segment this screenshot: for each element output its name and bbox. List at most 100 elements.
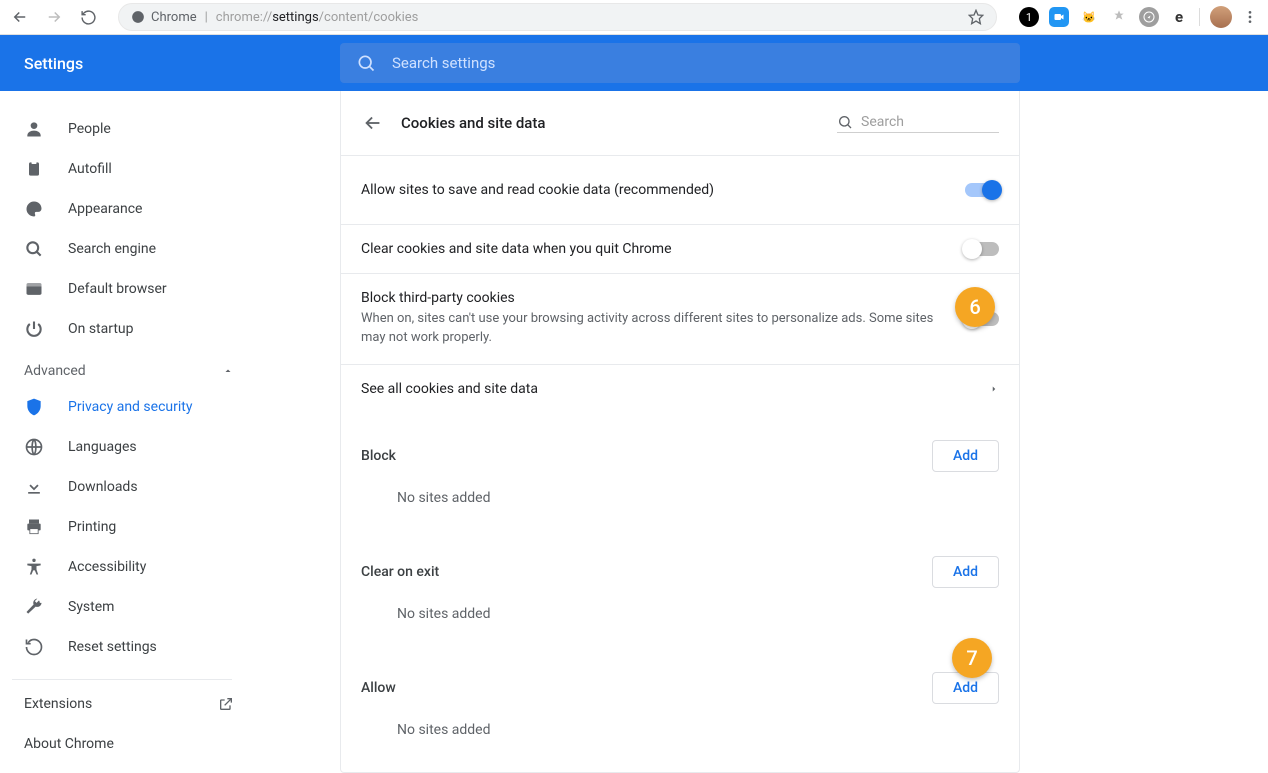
row-label: Block third-party cookies — [361, 290, 935, 306]
profile-avatar[interactable] — [1210, 6, 1232, 28]
sidebar-item-label: Accessibility — [68, 559, 146, 575]
palette-icon — [24, 199, 44, 219]
row-label: Clear cookies and site data when you qui… — [361, 241, 935, 257]
extension-icon-e[interactable]: e — [1169, 7, 1189, 27]
sidebar-item-accessibility[interactable]: Accessibility — [0, 547, 258, 587]
sidebar-item-reset[interactable]: Reset settings — [0, 627, 258, 667]
sidebar-item-appearance[interactable]: Appearance — [0, 189, 258, 229]
download-icon — [24, 477, 44, 497]
sidebar-about-label: About Chrome — [24, 736, 114, 752]
add-block-button[interactable]: Add — [932, 440, 999, 472]
browser-icon — [24, 279, 44, 299]
row-block-third-party: Block third-party cookies When on, sites… — [341, 273, 1019, 364]
forward-button[interactable] — [44, 7, 64, 27]
extension-icons: 1 🐱 e — [1019, 6, 1258, 28]
shield-icon — [24, 397, 44, 417]
settings-card: Cookies and site data Allow sites to sav… — [340, 91, 1020, 773]
settings-search-input[interactable] — [392, 54, 1004, 72]
sidebar-item-label: Reset settings — [68, 639, 157, 655]
extension-icon-compass[interactable] — [1139, 7, 1159, 27]
row-sublabel: When on, sites can't use your browsing a… — [361, 310, 935, 348]
sidebar-item-autofill[interactable]: Autofill — [0, 149, 258, 189]
toggle-clear-on-quit[interactable] — [965, 242, 999, 256]
sidebar-item-languages[interactable]: Languages — [0, 427, 258, 467]
search-icon — [356, 53, 376, 73]
sidebar-item-label: Appearance — [68, 201, 142, 217]
sidebar-item-privacy[interactable]: Privacy and security — [0, 387, 258, 427]
settings-search[interactable] — [340, 43, 1020, 83]
sidebar-item-label: Downloads — [68, 479, 138, 495]
sidebar-advanced-toggle[interactable]: Advanced — [0, 349, 258, 387]
toggle-allow-cookies[interactable] — [965, 183, 999, 197]
extension-icon-pin[interactable] — [1109, 7, 1129, 27]
sidebar-advanced-label: Advanced — [24, 363, 86, 379]
cookies-search-input[interactable] — [861, 114, 981, 130]
section-block: Block Add — [341, 414, 1019, 472]
reload-button[interactable] — [78, 7, 98, 27]
clear-on-exit-empty-text: No sites added — [341, 588, 1019, 646]
reset-icon — [24, 637, 44, 657]
url-path: chrome://settings/content/cookies — [216, 10, 419, 25]
person-icon — [24, 119, 44, 139]
sidebar-item-people[interactable]: People — [0, 109, 258, 149]
clipboard-icon — [24, 159, 44, 179]
browser-toolbar: Chrome | chrome://settings/content/cooki… — [0, 0, 1268, 35]
allow-empty-text: No sites added — [341, 704, 1019, 762]
row-clear-on-quit: Clear cookies and site data when you qui… — [341, 224, 1019, 273]
sidebar-about[interactable]: About Chrome — [0, 724, 258, 764]
sidebar-item-label: Languages — [68, 439, 137, 455]
sidebar: People Autofill Appearance Search engine… — [0, 91, 258, 773]
section-allow: Allow Add — [341, 646, 1019, 704]
sidebar-extensions[interactable]: Extensions — [0, 684, 258, 724]
row-allow-cookies: Allow sites to save and read cookie data… — [341, 155, 1019, 224]
chrome-menu-icon[interactable] — [1242, 9, 1258, 25]
section-title: Clear on exit — [361, 564, 439, 580]
printer-icon — [24, 517, 44, 537]
url-host: Chrome — [151, 10, 197, 25]
search-icon — [837, 114, 853, 130]
back-button[interactable] — [10, 7, 30, 27]
add-clear-on-exit-button[interactable]: Add — [932, 556, 999, 588]
wrench-icon — [24, 597, 44, 617]
section-title: Allow — [361, 680, 396, 696]
annotation-badge-7: 7 — [952, 638, 992, 678]
power-icon — [24, 319, 44, 339]
section-title: Block — [361, 448, 396, 464]
extension-icon-zoom[interactable] — [1049, 7, 1069, 27]
omnibox[interactable]: Chrome | chrome://settings/content/cooki… — [118, 3, 997, 31]
row-see-all-cookies[interactable]: See all cookies and site data — [341, 364, 1019, 414]
open-external-icon — [218, 696, 234, 712]
sidebar-item-label: Search engine — [68, 241, 156, 257]
sidebar-item-on-startup[interactable]: On startup — [0, 309, 258, 349]
annotation-badge-6: 6 — [955, 287, 995, 327]
chevron-up-icon — [222, 365, 234, 377]
globe-icon — [24, 437, 44, 457]
accessibility-icon — [24, 557, 44, 577]
search-icon — [24, 239, 44, 259]
sidebar-item-label: Autofill — [68, 161, 112, 177]
section-clear-on-exit: Clear on exit Add — [341, 530, 1019, 588]
sidebar-extensions-label: Extensions — [24, 696, 92, 712]
sidebar-item-default-browser[interactable]: Default browser — [0, 269, 258, 309]
card-header: Cookies and site data — [341, 91, 1019, 155]
row-label: See all cookies and site data — [361, 381, 538, 397]
sidebar-item-downloads[interactable]: Downloads — [0, 467, 258, 507]
settings-title: Settings — [24, 54, 83, 73]
sidebar-item-label: Default browser — [68, 281, 167, 297]
page-title: Cookies and site data — [401, 114, 545, 132]
sidebar-item-label: On startup — [68, 321, 134, 337]
sidebar-item-system[interactable]: System — [0, 587, 258, 627]
back-arrow-button[interactable] — [361, 111, 385, 135]
chevron-right-icon — [989, 384, 999, 394]
sidebar-item-printing[interactable]: Printing — [0, 507, 258, 547]
cookies-search[interactable] — [837, 114, 999, 133]
extension-icon-cat[interactable]: 🐱 — [1079, 7, 1099, 27]
row-label: Allow sites to save and read cookie data… — [361, 182, 935, 198]
sidebar-item-label: Printing — [68, 519, 116, 535]
sidebar-separator — [12, 679, 232, 680]
extension-icon-1[interactable]: 1 — [1019, 7, 1039, 27]
block-empty-text: No sites added — [341, 472, 1019, 530]
bookmark-star-icon[interactable] — [968, 9, 984, 25]
main-content: Cookies and site data Allow sites to sav… — [258, 91, 1268, 773]
sidebar-item-search-engine[interactable]: Search engine — [0, 229, 258, 269]
